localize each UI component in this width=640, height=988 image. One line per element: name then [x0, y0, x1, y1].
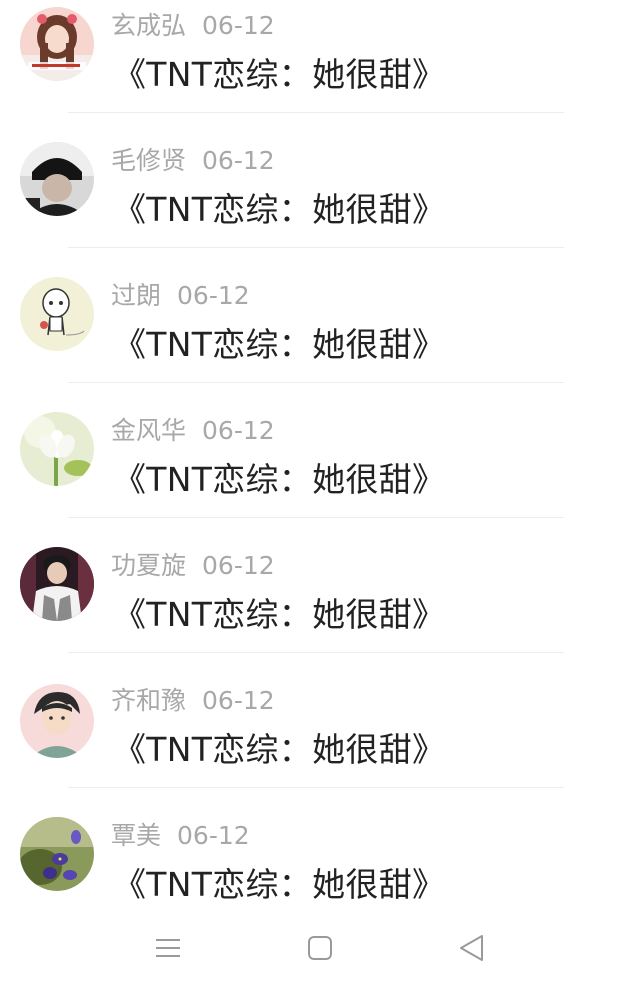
user-name[interactable]: 覃美 [111, 821, 161, 850]
back-button[interactable] [452, 928, 492, 968]
comment-meta: 毛修贤 06-12 [111, 141, 275, 177]
divider [68, 247, 564, 248]
comment-text: 《TNT恋综：她很甜》 [113, 730, 446, 769]
user-name[interactable]: 功夏旋 [111, 551, 186, 580]
comment-text: 《TNT恋综：她很甜》 [113, 325, 446, 364]
comment-item[interactable]: 玄成弘 06-12 《TNT恋综：她很甜》 [0, 0, 640, 135]
user-avatar[interactable] [20, 412, 94, 486]
comment-meta: 齐和豫 06-12 [111, 681, 275, 717]
girl-photo-avatar-icon [20, 7, 94, 81]
comment-text: 《TNT恋综：她很甜》 [113, 865, 446, 904]
user-name[interactable]: 齐和豫 [111, 686, 186, 715]
divider [68, 517, 564, 518]
comment-text: 《TNT恋综：她很甜》 [113, 190, 446, 229]
purple-flower-avatar-icon [20, 817, 94, 891]
divider [68, 382, 564, 383]
back-triangle-icon [460, 935, 483, 961]
comment-date: 06-12 [177, 281, 250, 310]
menu-button[interactable] [148, 928, 188, 968]
user-name[interactable]: 过朗 [111, 281, 161, 310]
comment-meta: 过朗 06-12 [111, 276, 250, 312]
user-avatar[interactable] [20, 547, 94, 621]
divider [68, 787, 564, 788]
home-square-icon [308, 936, 332, 960]
comment-text: 《TNT恋综：她很甜》 [113, 55, 446, 94]
comment-date: 06-12 [202, 686, 275, 715]
comment-date: 06-12 [202, 11, 275, 40]
comment-item[interactable]: 齐和豫 06-12 《TNT恋综：她很甜》 [0, 675, 640, 810]
boy-vest-avatar-icon [20, 547, 94, 621]
comment-item[interactable]: 毛修贤 06-12 《TNT恋综：她很甜》 [0, 135, 640, 270]
comment-date: 06-12 [202, 551, 275, 580]
user-name[interactable]: 毛修贤 [111, 146, 186, 175]
user-avatar[interactable] [20, 817, 94, 891]
user-avatar[interactable] [20, 7, 94, 81]
comment-meta: 功夏旋 06-12 [111, 546, 275, 582]
home-button[interactable] [300, 928, 340, 968]
comment-item[interactable]: 过朗 06-12 《TNT恋综：她很甜》 [0, 270, 640, 405]
user-avatar[interactable] [20, 684, 94, 758]
comment-date: 06-12 [202, 416, 275, 445]
comment-item[interactable]: 金风华 06-12 《TNT恋综：她很甜》 [0, 405, 640, 540]
comment-text: 《TNT恋综：她很甜》 [113, 595, 446, 634]
divider [68, 652, 564, 653]
boy-black-cap-avatar-icon [20, 142, 94, 216]
comment-meta: 覃美 06-12 [111, 816, 250, 852]
cartoon-character-avatar-icon [20, 277, 94, 351]
system-navigation-bar [0, 906, 640, 988]
divider [68, 112, 564, 113]
user-avatar[interactable] [20, 277, 94, 351]
comment-meta: 金风华 06-12 [111, 411, 275, 447]
comment-item[interactable]: 功夏旋 06-12 《TNT恋综：她很甜》 [0, 540, 640, 675]
comment-date: 06-12 [177, 821, 250, 850]
user-avatar[interactable] [20, 142, 94, 216]
user-name[interactable]: 金风华 [111, 416, 186, 445]
comment-text: 《TNT恋综：她很甜》 [113, 460, 446, 499]
comment-date: 06-12 [202, 146, 275, 175]
lotus-flower-avatar-icon [20, 412, 94, 486]
comment-meta: 玄成弘 06-12 [111, 6, 275, 42]
anime-boy-avatar-icon [20, 684, 94, 758]
menu-icon [156, 939, 180, 957]
user-name[interactable]: 玄成弘 [111, 11, 186, 40]
